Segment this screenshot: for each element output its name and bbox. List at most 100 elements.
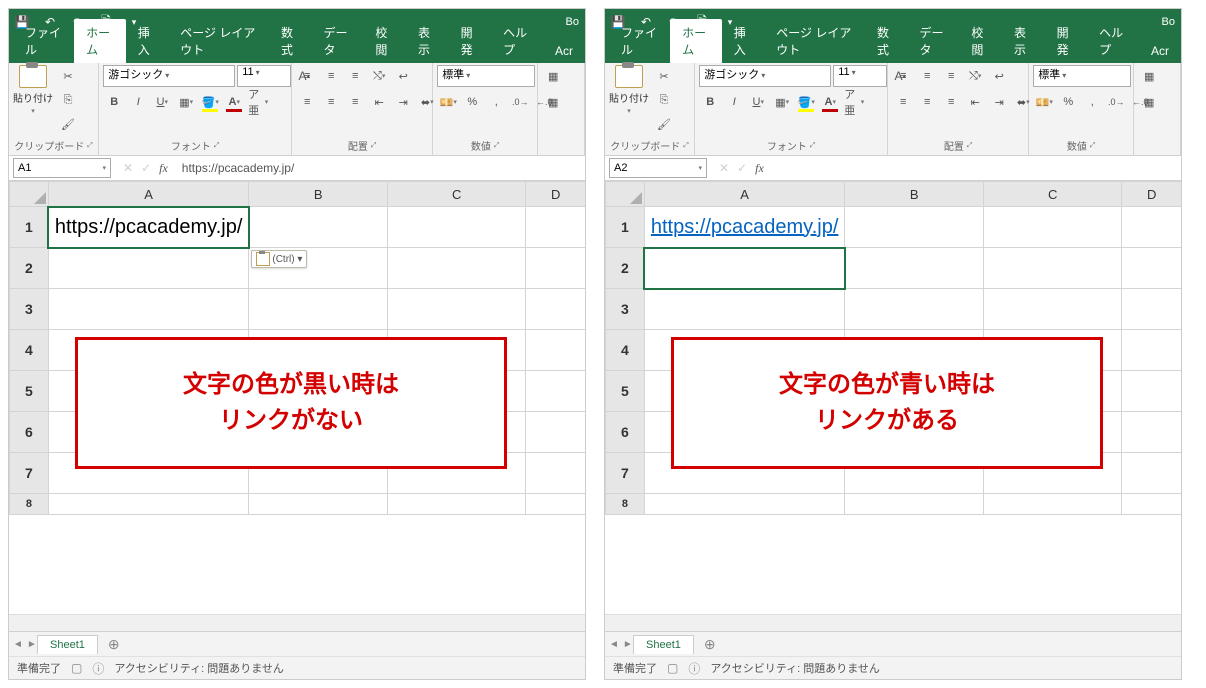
align-middle-icon[interactable]: ≡ (916, 65, 938, 87)
row-header-8[interactable]: 8 (10, 494, 49, 515)
tab-view[interactable]: 表示 (406, 19, 449, 63)
col-header-C[interactable]: C (983, 182, 1122, 207)
align-bottom-icon[interactable]: ≡ (940, 65, 962, 87)
currency-icon[interactable]: 💴▾ (1033, 91, 1055, 113)
macro-rec-icon[interactable]: ▢ (667, 661, 678, 675)
sheet-next-icon[interactable]: ► (623, 639, 633, 650)
underline-button[interactable]: U▾ (747, 91, 769, 113)
cond-format-icon[interactable]: ▦ (542, 65, 564, 87)
phonetic-button[interactable]: ア亜▾ (247, 91, 269, 113)
horizontal-scroll[interactable] (9, 614, 585, 631)
cell-B2[interactable]: (Ctrl) ▾ (249, 248, 388, 289)
col-header-D[interactable]: D (1122, 182, 1181, 207)
border-button[interactable]: ▦▾ (771, 91, 793, 113)
cancel-icon[interactable]: ✕ (123, 161, 133, 175)
sheet-tab[interactable]: Sheet1 (633, 635, 694, 654)
tab-developer[interactable]: 開発 (449, 19, 492, 63)
font-color-button[interactable]: A▾ (223, 91, 245, 113)
cell-C2[interactable] (387, 248, 526, 289)
cell-D1[interactable] (526, 207, 585, 248)
select-all-corner[interactable] (10, 182, 49, 207)
accessibility-icon[interactable]: ⓘ (92, 660, 104, 677)
table-format-icon[interactable]: ▦ (542, 91, 564, 113)
col-header-D[interactable]: D (526, 182, 585, 207)
add-sheet-icon[interactable]: ⊕ (102, 636, 126, 653)
align-center-icon[interactable]: ≡ (916, 91, 938, 113)
format-painter-icon[interactable]: 🖌 (57, 113, 79, 135)
number-format-select[interactable]: 標準▾ (1033, 65, 1131, 87)
cancel-icon[interactable]: ✕ (719, 161, 729, 175)
font-size-select[interactable]: 11▾ (237, 65, 291, 87)
orientation-icon[interactable]: ⤭▾ (368, 65, 390, 87)
format-painter-icon[interactable]: 🖌 (653, 113, 675, 135)
tab-data[interactable]: データ (908, 19, 960, 63)
align-top-icon[interactable]: ≡ (892, 65, 914, 87)
align-bottom-icon[interactable]: ≡ (344, 65, 366, 87)
tab-acrobat[interactable]: Acr (543, 39, 585, 63)
orientation-icon[interactable]: ⤭▾ (964, 65, 986, 87)
row-header-6[interactable]: 6 (10, 412, 49, 453)
row-header-3[interactable]: 3 (606, 289, 645, 330)
indent-increase-icon[interactable]: ⇥ (988, 91, 1010, 113)
align-left-icon[interactable]: ≡ (892, 91, 914, 113)
tab-file[interactable]: ファイル (13, 19, 74, 63)
cell-D1[interactable] (1122, 207, 1181, 248)
fx-icon[interactable]: fx (755, 161, 764, 176)
row-header-8[interactable]: 8 (606, 494, 645, 515)
comma-icon[interactable]: , (1081, 91, 1103, 113)
add-sheet-icon[interactable]: ⊕ (698, 636, 722, 653)
cut-icon[interactable]: ✂ (653, 65, 675, 87)
fill-color-button[interactable]: 🪣▾ (795, 91, 817, 113)
cell-C1[interactable] (387, 207, 526, 248)
cond-format-icon[interactable]: ▦ (1138, 65, 1160, 87)
wrap-text-icon[interactable]: ↩ (988, 65, 1010, 87)
cell-C2[interactable] (983, 248, 1122, 289)
comma-icon[interactable]: , (485, 91, 507, 113)
horizontal-scroll[interactable] (605, 614, 1181, 631)
cell-D2[interactable] (526, 248, 585, 289)
name-box[interactable]: A1▾ (13, 158, 111, 178)
redo-icon[interactable]: ↷ (667, 15, 681, 29)
row-header-5[interactable]: 5 (606, 371, 645, 412)
sheet-next-icon[interactable]: ► (27, 639, 37, 650)
tab-page-layout[interactable]: ページ レイアウト (168, 19, 269, 63)
align-left-icon[interactable]: ≡ (296, 91, 318, 113)
italic-button[interactable]: I (723, 91, 745, 113)
indent-decrease-icon[interactable]: ⇤ (368, 91, 390, 113)
font-name-select[interactable]: 游ゴシック▾ (103, 65, 235, 87)
tab-developer[interactable]: 開発 (1045, 19, 1088, 63)
row-header-4[interactable]: 4 (606, 330, 645, 371)
fill-color-button[interactable]: 🪣▾ (199, 91, 221, 113)
cell-A2[interactable] (48, 248, 249, 289)
row-header-1[interactable]: 1 (606, 207, 645, 248)
row-header-6[interactable]: 6 (606, 412, 645, 453)
wrap-text-icon[interactable]: ↩ (392, 65, 414, 87)
tab-review[interactable]: 校閲 (959, 19, 1002, 63)
tab-insert[interactable]: 挿入 (722, 19, 765, 63)
align-middle-icon[interactable]: ≡ (320, 65, 342, 87)
cell-B2[interactable] (845, 248, 984, 289)
cell-A1[interactable]: https://pcacademy.jp/ (48, 207, 249, 248)
tab-help[interactable]: ヘルプ (491, 19, 543, 63)
grid[interactable]: A B C D 1 https://pcacademy.jp/ 2 (Ctrl)… (9, 181, 585, 614)
tab-file[interactable]: ファイル (609, 19, 670, 63)
table-format-icon[interactable]: ▦ (1138, 91, 1160, 113)
tab-view[interactable]: 表示 (1002, 19, 1045, 63)
name-box[interactable]: A2▾ (609, 158, 707, 178)
indent-decrease-icon[interactable]: ⇤ (964, 91, 986, 113)
cell-A1[interactable]: https://pcacademy.jp/ (644, 207, 845, 248)
row-header-3[interactable]: 3 (10, 289, 49, 330)
bold-button[interactable]: B (103, 91, 125, 113)
font-color-button[interactable]: A▾ (819, 91, 841, 113)
indent-increase-icon[interactable]: ⇥ (392, 91, 414, 113)
col-header-C[interactable]: C (387, 182, 526, 207)
number-format-select[interactable]: 標準▾ (437, 65, 535, 87)
cell-A3[interactable] (48, 289, 249, 330)
align-right-icon[interactable]: ≡ (344, 91, 366, 113)
increase-decimal-icon[interactable]: .0→ (1105, 91, 1127, 113)
col-header-A[interactable]: A (644, 182, 845, 207)
row-header-5[interactable]: 5 (10, 371, 49, 412)
select-all-corner[interactable] (606, 182, 645, 207)
align-top-icon[interactable]: ≡ (296, 65, 318, 87)
phonetic-button[interactable]: ア亜▾ (843, 91, 865, 113)
